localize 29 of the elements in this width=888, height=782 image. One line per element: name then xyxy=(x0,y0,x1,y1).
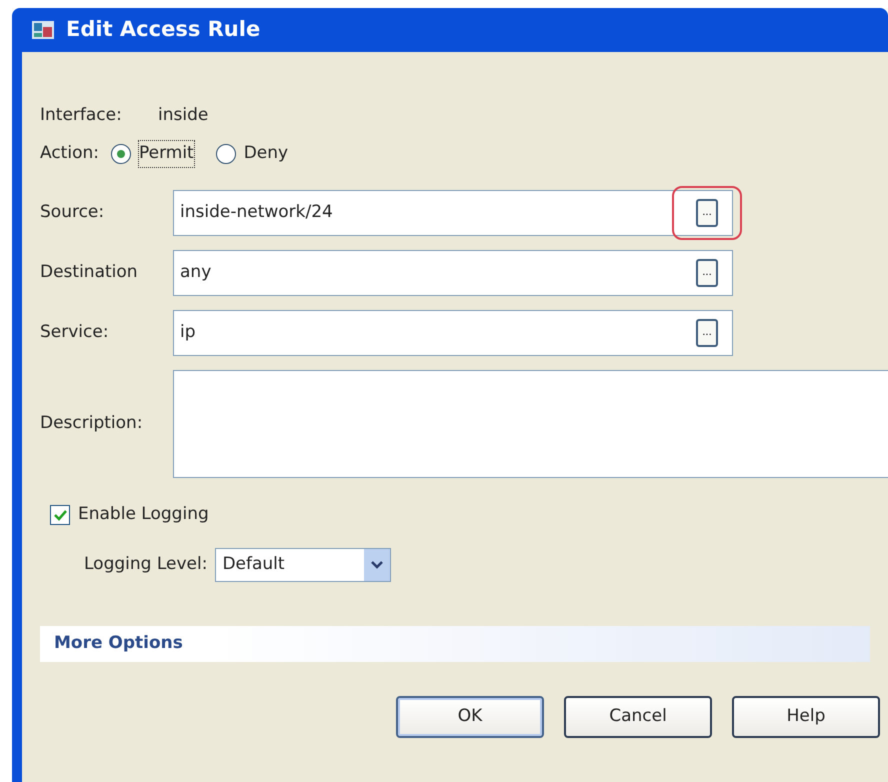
radio-label: Deny xyxy=(244,142,288,166)
logging-level-label: Logging Level: xyxy=(84,552,208,576)
description-label: Description: xyxy=(40,412,144,436)
description-field[interactable] xyxy=(173,370,888,478)
browse-button[interactable]: ... xyxy=(696,199,718,227)
text-field[interactable]: any ... xyxy=(173,250,733,296)
browse-button[interactable]: ... xyxy=(696,319,718,347)
dialog-button[interactable]: OK xyxy=(396,696,544,738)
checkbox[interactable] xyxy=(50,504,70,525)
checkbox-label: Enable Logging xyxy=(78,503,209,526)
radio-button[interactable] xyxy=(110,144,131,164)
dialog-button[interactable]: Help xyxy=(732,696,880,738)
chevron-down-icon xyxy=(371,560,384,570)
text-field[interactable]: ip ... xyxy=(173,310,733,356)
field-label: Service: xyxy=(40,321,110,344)
text-field[interactable]: inside-network/24 ... xyxy=(173,190,733,236)
radio-label: Permit xyxy=(138,141,194,167)
field-label: Destination xyxy=(40,261,139,284)
action-label: Action: xyxy=(40,142,99,166)
browse-button[interactable]: ... xyxy=(696,259,718,287)
logging-level-dropdown[interactable]: Default xyxy=(215,548,392,582)
check-icon xyxy=(53,508,67,521)
radio-button[interactable] xyxy=(216,144,236,164)
more-options-bar[interactable]: More Options xyxy=(40,626,870,662)
interface-label: Interface: xyxy=(40,104,123,128)
dialog-button[interactable]: Cancel xyxy=(564,696,712,738)
window-title: Edit Access Rule xyxy=(66,16,260,44)
field-label: Source: xyxy=(40,201,106,224)
interface-value: inside xyxy=(158,104,208,128)
